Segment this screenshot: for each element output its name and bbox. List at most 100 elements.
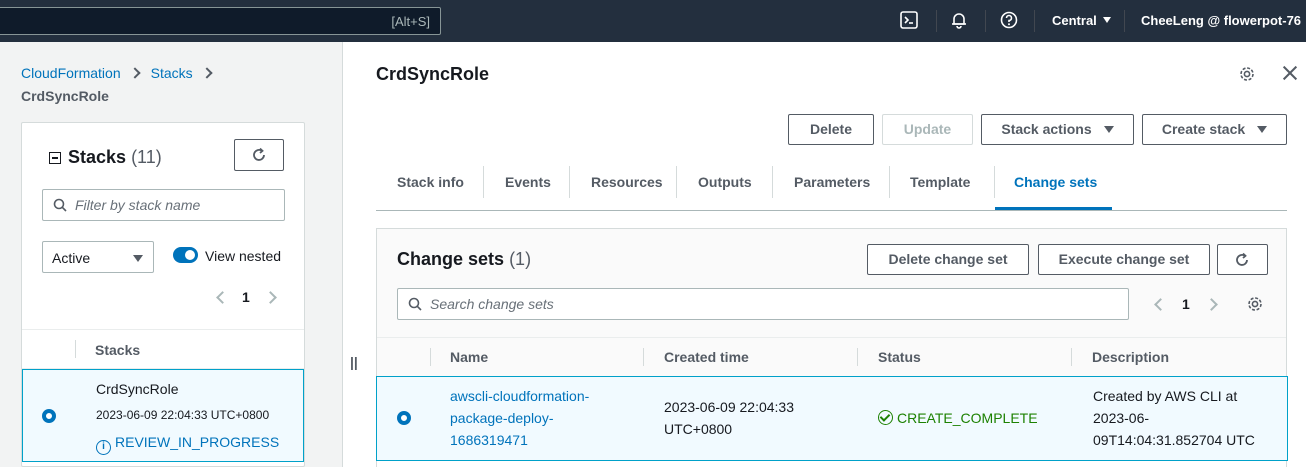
stacks-count: (11) <box>131 147 162 167</box>
stacks-sidebar: CloudFormation Stacks CrdSyncRole Stacks … <box>0 42 343 467</box>
stack-status-text: REVIEW_IN_PROGRESS <box>115 434 280 450</box>
change-sets-page-number[interactable]: 1 <box>1182 296 1190 312</box>
column-status[interactable]: Status <box>878 349 921 365</box>
change-set-status: CREATE_COMPLETE <box>878 407 1038 429</box>
bell-icon[interactable] <box>950 11 970 31</box>
stacks-title-text: Stacks <box>68 147 127 167</box>
cloudshell-icon[interactable] <box>900 11 920 31</box>
created-time-line: UTC+0800 <box>664 421 733 437</box>
chevron-right-icon[interactable] <box>264 291 277 304</box>
gear-icon[interactable] <box>1246 295 1264 313</box>
description-line: 2023-06- <box>1093 410 1150 426</box>
update-stack-button[interactable]: Update <box>882 114 973 145</box>
change-set-created-time: 2023-06-09 22:04:33 UTC+0800 <box>664 396 794 440</box>
change-set-name-line: 1686319471 <box>450 432 528 448</box>
change-sets-count: (1) <box>509 249 532 269</box>
breadcrumb-stacks[interactable]: Stacks <box>151 65 193 81</box>
resize-handle[interactable]: || <box>350 354 358 370</box>
stacks-page-number[interactable]: 1 <box>242 289 250 305</box>
stack-actions-button[interactable]: Stack actions <box>981 114 1134 145</box>
global-search-input[interactable]: [Alt+S] <box>0 7 441 35</box>
tab-resources[interactable]: Resources <box>591 174 663 190</box>
stacks-column-label: Stacks <box>95 342 141 358</box>
change-set-description: Created by AWS CLI at 2023-06- 09T14:04:… <box>1093 385 1255 451</box>
change-set-radio-selected[interactable] <box>397 411 411 425</box>
status-filter-select[interactable]: Active <box>42 241 154 273</box>
chevron-right-icon <box>128 67 141 79</box>
stack-status: i REVIEW_IN_PROGRESS <box>96 434 279 455</box>
view-nested-toggle[interactable] <box>173 247 198 263</box>
create-stack-label: Create stack <box>1161 121 1246 137</box>
stack-actions-label: Stack actions <box>1001 121 1092 137</box>
success-check-icon <box>878 410 893 425</box>
column-divider <box>430 348 431 366</box>
breadcrumb: CloudFormation Stacks CrdSyncRole <box>21 65 223 104</box>
tab-events[interactable]: Events <box>505 174 551 190</box>
stacks-column-header: Stacks <box>22 329 304 369</box>
nav-divider <box>985 10 986 32</box>
search-placeholder: Search change sets <box>430 296 554 312</box>
tab-divider <box>772 166 773 198</box>
column-divider <box>643 348 644 366</box>
chevron-left-icon[interactable] <box>1154 298 1167 311</box>
stack-name[interactable]: CrdSyncRole <box>96 381 178 397</box>
change-sets-panel: Change sets (1) Delete change set Execut… <box>376 228 1288 467</box>
status-filter-value: Active <box>52 250 91 266</box>
nav-divider <box>936 10 937 32</box>
help-icon[interactable] <box>1000 11 1020 31</box>
tab-template[interactable]: Template <box>910 174 970 190</box>
column-created-time[interactable]: Created time <box>664 349 749 365</box>
change-sets-title: Change sets (1) <box>397 249 531 270</box>
change-sets-column-header: Name Created time Status Description <box>377 337 1286 377</box>
close-icon[interactable] <box>1282 65 1298 81</box>
page-title: CrdSyncRole <box>376 64 490 84</box>
stack-radio-selected[interactable] <box>42 409 56 423</box>
caret-down-icon <box>1257 126 1268 133</box>
tab-parameters[interactable]: Parameters <box>794 174 870 190</box>
change-set-name-line: package-deploy- <box>450 410 554 426</box>
create-stack-button[interactable]: Create stack <box>1142 114 1287 145</box>
info-icon: i <box>96 440 111 455</box>
search-icon <box>408 297 422 311</box>
delete-stack-button[interactable]: Delete <box>788 114 874 145</box>
collapse-icon[interactable] <box>49 152 61 164</box>
column-description[interactable]: Description <box>1092 349 1169 365</box>
refresh-icon <box>253 147 265 161</box>
refresh-stacks-button[interactable] <box>234 139 284 171</box>
caret-down-icon <box>1103 126 1114 133</box>
caret-down-icon <box>133 255 143 262</box>
breadcrumb-cloudformation[interactable]: CloudFormation <box>21 65 121 81</box>
chevron-right-icon <box>200 67 213 79</box>
change-set-name-link[interactable]: awscli-cloudformation- package-deploy- 1… <box>450 385 589 451</box>
region-selector[interactable]: Central <box>1052 13 1111 28</box>
filter-stacks-input[interactable]: Filter by stack name <box>42 189 285 221</box>
tab-change-sets[interactable]: Change sets <box>1014 174 1097 190</box>
stacks-panel-title: Stacks (11) <box>68 147 162 168</box>
column-name[interactable]: Name <box>450 349 488 365</box>
execute-change-set-button[interactable]: Execute change set <box>1038 244 1210 275</box>
tab-stack-info[interactable]: Stack info <box>397 174 464 190</box>
tab-divider <box>676 166 677 198</box>
stack-row[interactable]: CrdSyncRole 2023-06-09 22:04:33 UTC+0800… <box>22 369 304 462</box>
caret-down-icon <box>1102 17 1111 23</box>
account-menu[interactable]: CheeLeng @ flowerpot-76 <box>1141 13 1306 28</box>
view-nested-label: View nested <box>205 248 282 264</box>
search-change-sets-input[interactable]: Search change sets <box>397 288 1129 320</box>
refresh-change-sets-button[interactable] <box>1217 244 1268 275</box>
delete-change-set-button[interactable]: Delete change set <box>867 244 1029 275</box>
chevron-right-icon[interactable] <box>1205 298 1218 311</box>
chevron-left-icon[interactable] <box>216 291 229 304</box>
gear-icon[interactable] <box>1238 65 1256 83</box>
active-tab-indicator <box>995 207 1112 210</box>
column-divider <box>1071 348 1072 366</box>
change-set-row[interactable]: awscli-cloudformation- package-deploy- 1… <box>376 376 1288 461</box>
filter-placeholder: Filter by stack name <box>75 197 201 213</box>
column-divider <box>857 348 858 366</box>
region-label: Central <box>1052 13 1097 28</box>
search-icon <box>53 198 67 212</box>
tab-divider <box>569 166 570 198</box>
change-set-name-line: awscli-cloudformation- <box>450 388 590 404</box>
tab-outputs[interactable]: Outputs <box>698 174 752 190</box>
search-shortcut-hint: [Alt+S] <box>391 14 430 29</box>
tab-divider <box>889 166 890 198</box>
